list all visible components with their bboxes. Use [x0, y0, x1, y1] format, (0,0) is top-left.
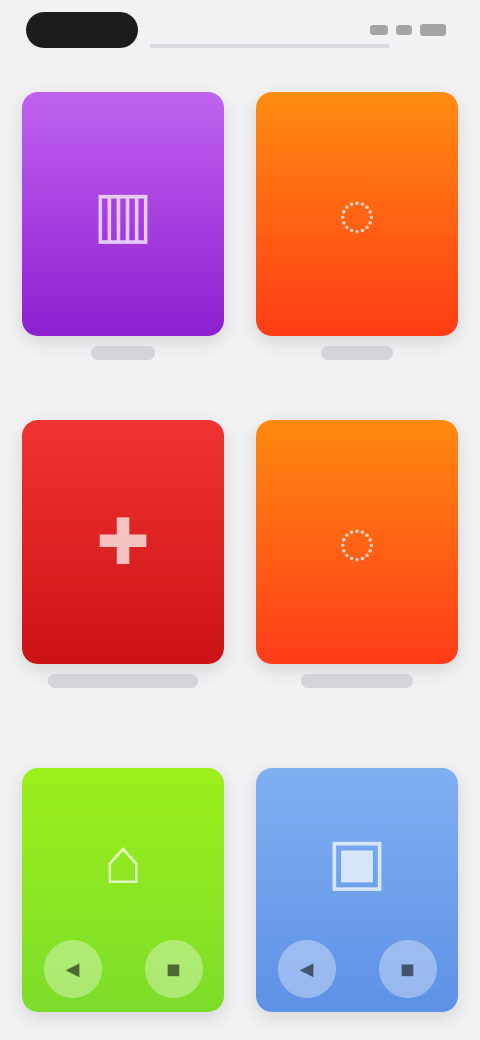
signal-icon	[370, 25, 388, 35]
tile-4[interactable]: ◌	[256, 420, 458, 688]
home-icon: ⌂	[103, 824, 143, 897]
status-icons	[358, 20, 446, 40]
tile-1[interactable]: ▥	[22, 92, 224, 360]
tile-6-btn-1[interactable]: ◀	[277, 940, 336, 998]
status-subline	[150, 44, 390, 48]
tile-5-card[interactable]: ⌂ ◀ ◼	[22, 768, 224, 1012]
tile-3-label	[48, 674, 198, 688]
tile-5-btn-1[interactable]: ◀	[43, 940, 102, 998]
tile-6-btn-2[interactable]: ◼	[378, 940, 437, 998]
status-bar	[0, 0, 480, 62]
tile-3[interactable]: ✚	[22, 420, 224, 688]
tile-2[interactable]: ◌	[256, 92, 458, 360]
bag-icon: ◌	[337, 506, 377, 578]
tile-4-label	[301, 674, 413, 688]
tile-6-controls: ◀ ◼	[256, 936, 458, 1002]
wifi-icon	[396, 25, 412, 35]
tile-4-card[interactable]: ◌	[256, 420, 458, 664]
tile-6-card[interactable]: ▣ ◀ ◼	[256, 768, 458, 1012]
tile-6[interactable]: ▣ ◀ ◼	[256, 768, 458, 1012]
chart-icon: ▥	[92, 178, 154, 250]
battery-icon	[420, 24, 446, 36]
tile-2-label	[321, 346, 393, 360]
media-icon: ▣	[326, 824, 388, 897]
tile-1-card[interactable]: ▥	[22, 92, 224, 336]
tile-1-label	[91, 346, 155, 360]
tile-2-card[interactable]: ◌	[256, 92, 458, 336]
tile-5-controls: ◀ ◼	[22, 936, 224, 1002]
dynamic-island	[26, 12, 138, 48]
tile-5-btn-2[interactable]: ◼	[144, 940, 203, 998]
basket-icon: ◌	[337, 178, 377, 250]
plus-icon: ✚	[96, 506, 150, 578]
tile-3-card[interactable]: ✚	[22, 420, 224, 664]
tile-5[interactable]: ⌂ ◀ ◼	[22, 768, 224, 1012]
